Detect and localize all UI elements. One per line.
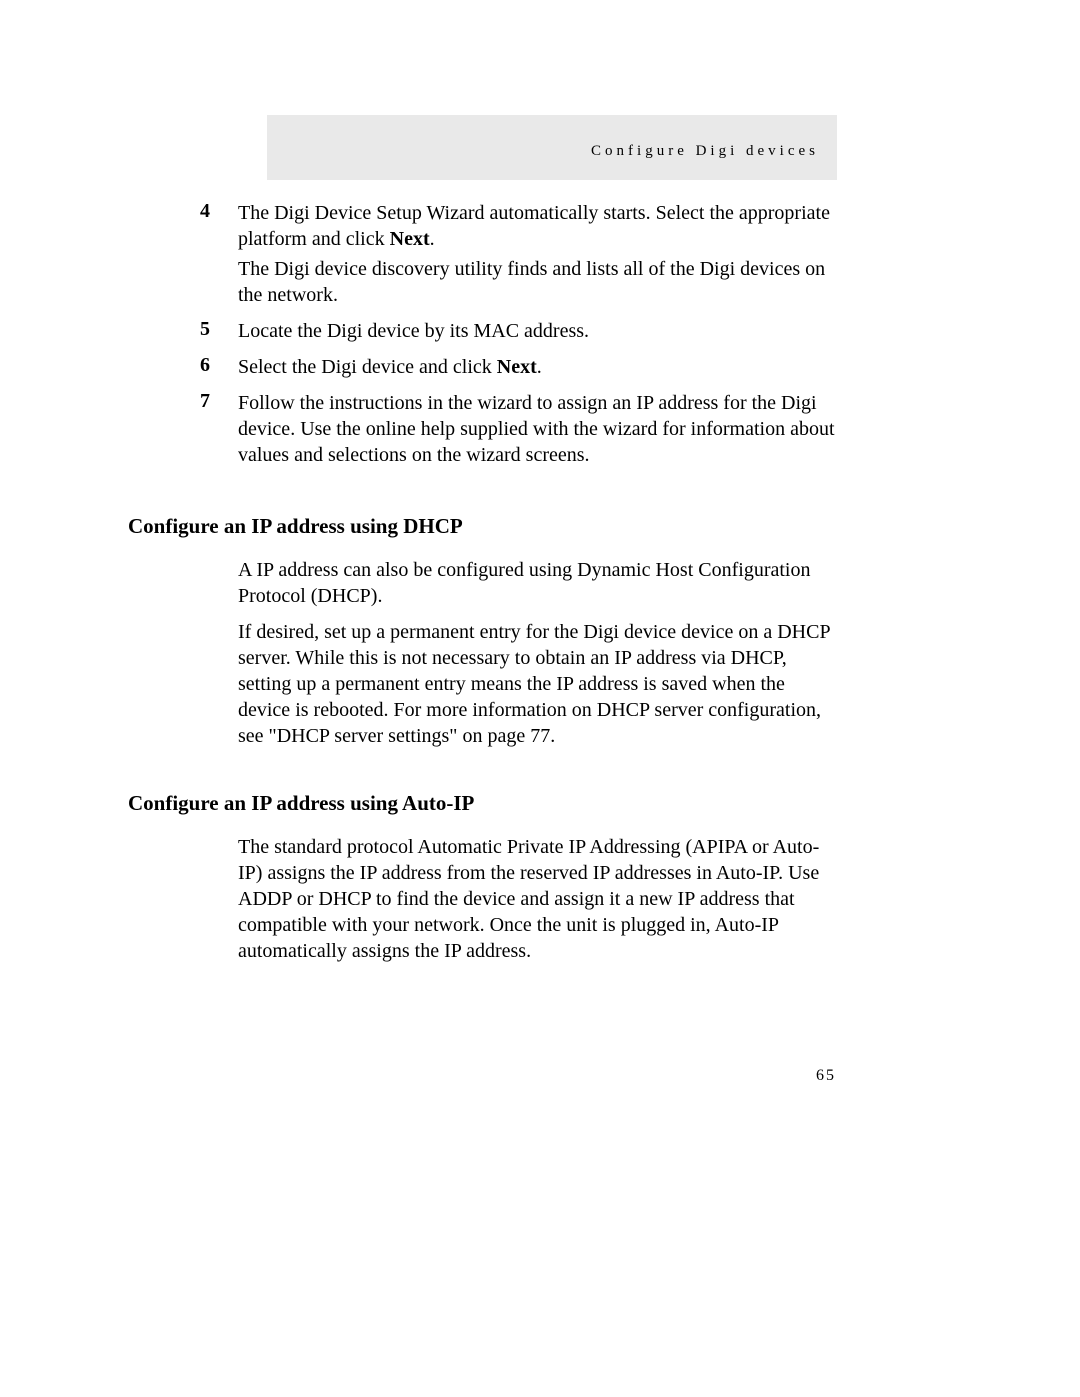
step-text: The Digi Device Setup Wizard automatical… xyxy=(238,202,830,250)
running-title: Configure Digi devices xyxy=(591,143,819,159)
step-text-after: . xyxy=(430,228,435,250)
section-paragraph: The standard protocol Automatic Private … xyxy=(238,834,836,964)
step-bold: Next xyxy=(497,356,537,378)
page-number: 65 xyxy=(816,1067,836,1085)
step-text: Follow the instructions in the wizard to… xyxy=(238,392,835,466)
step-text: Select the Digi device and click xyxy=(238,356,497,378)
step-number: 5 xyxy=(128,318,238,341)
content-area: 4 The Digi Device Setup Wizard automatic… xyxy=(128,200,836,974)
step-paragraph: Select the Digi device and click Next. xyxy=(238,354,836,380)
section-heading-dhcp: Configure an IP address using DHCP xyxy=(128,514,836,539)
page: Configure Digi devices 4 The Digi Device… xyxy=(0,0,1080,1397)
numbered-step: 5 Locate the Digi device by its MAC addr… xyxy=(128,318,836,348)
step-number: 4 xyxy=(128,200,238,223)
step-number: 6 xyxy=(128,354,238,377)
step-paragraph: The Digi Device Setup Wizard automatical… xyxy=(238,200,836,252)
step-body: Locate the Digi device by its MAC addres… xyxy=(238,318,836,348)
step-paragraph: The Digi device discovery utility finds … xyxy=(238,256,836,308)
step-number: 7 xyxy=(128,390,238,413)
section-paragraph: If desired, set up a permanent entry for… xyxy=(238,619,836,749)
section-body: The standard protocol Automatic Private … xyxy=(238,834,836,964)
header-band: Configure Digi devices xyxy=(267,115,837,180)
step-bold: Next xyxy=(390,228,430,250)
numbered-step: 7 Follow the instructions in the wizard … xyxy=(128,390,836,472)
step-paragraph: Follow the instructions in the wizard to… xyxy=(238,390,836,468)
numbered-step: 4 The Digi Device Setup Wizard automatic… xyxy=(128,200,836,312)
step-text-after: . xyxy=(537,356,542,378)
step-paragraph: Locate the Digi device by its MAC addres… xyxy=(238,318,836,344)
step-body: The Digi Device Setup Wizard automatical… xyxy=(238,200,836,312)
section-body: A IP address can also be configured usin… xyxy=(238,557,836,749)
section-heading-autoip: Configure an IP address using Auto-IP xyxy=(128,791,836,816)
step-text: The Digi device discovery utility finds … xyxy=(238,258,825,306)
section-paragraph: A IP address can also be configured usin… xyxy=(238,557,836,609)
step-body: Select the Digi device and click Next. xyxy=(238,354,836,384)
step-text: Locate the Digi device by its MAC addres… xyxy=(238,320,589,342)
numbered-step: 6 Select the Digi device and click Next. xyxy=(128,354,836,384)
step-body: Follow the instructions in the wizard to… xyxy=(238,390,836,472)
